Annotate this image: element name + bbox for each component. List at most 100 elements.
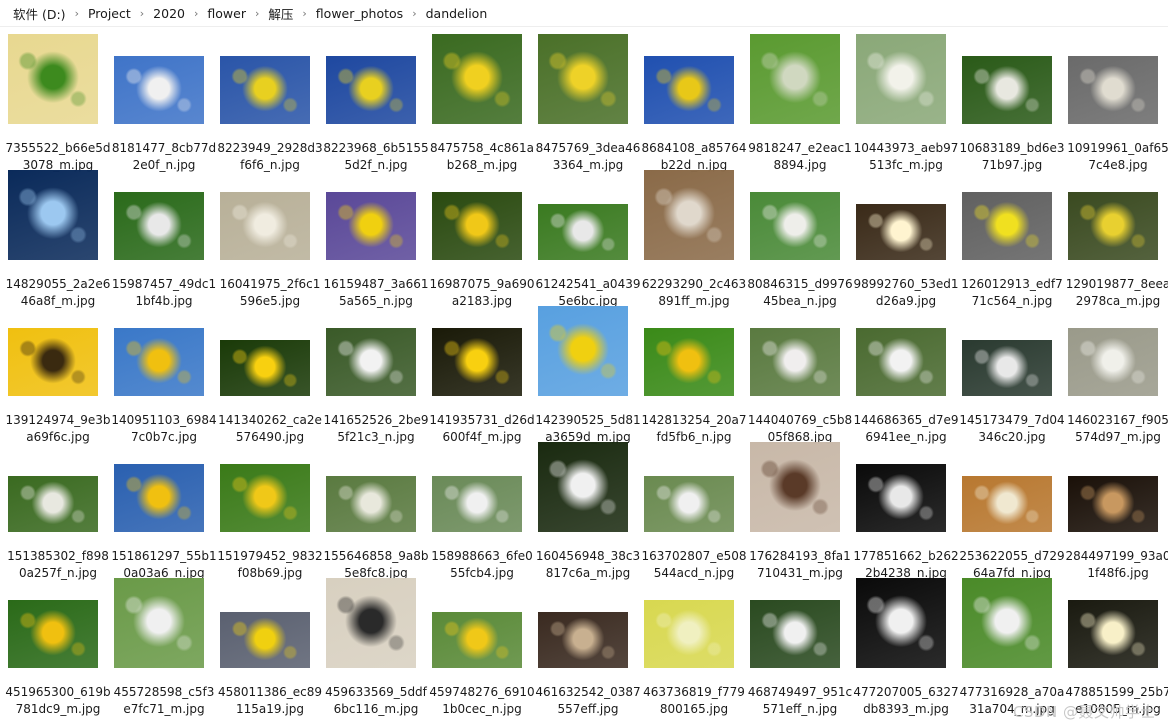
- file-item[interactable]: 129019877_8eea2978ca_m.jpg: [1065, 170, 1168, 308]
- breadcrumb-item[interactable]: flower_photos: [313, 6, 406, 21]
- thumbnail-image: [750, 192, 840, 260]
- file-name-label: 461632542_0387557eff.jpg: [535, 685, 641, 716]
- thumbnail-image: [114, 192, 204, 260]
- file-item[interactable]: 10683189_bd6e371b97.jpg: [959, 34, 1065, 172]
- file-name-label: 458011386_ec89115a19.jpg: [218, 685, 322, 716]
- file-item[interactable]: 16987075_9a690a2183.jpg: [429, 170, 535, 308]
- file-item[interactable]: 163702807_e508544acd_n.jpg: [641, 442, 747, 580]
- file-item[interactable]: 140951103_69847c0b7c.jpg: [111, 306, 217, 444]
- file-item[interactable]: 141935731_d26d600f4f_m.jpg: [429, 306, 535, 444]
- file-item[interactable]: 284497199_93a01f48f6.jpg: [1065, 442, 1168, 580]
- file-item[interactable]: 139124974_9e3ba69f6c.jpg: [5, 306, 111, 444]
- file-name-label: 62293290_2c463891ff_m.jpg: [641, 277, 747, 308]
- breadcrumb-item[interactable]: flower: [204, 6, 249, 21]
- file-item[interactable]: 14829055_2a2e646a8f_m.jpg: [5, 170, 111, 308]
- file-name-label: 141340262_ca2e576490.jpg: [218, 413, 322, 444]
- file-item[interactable]: 151861297_55b10a03a6_n.jpg: [111, 442, 217, 580]
- file-item[interactable]: 451965300_619b781dc9_m.jpg: [5, 578, 111, 716]
- file-item[interactable]: 16041975_2f6c1596e5.jpg: [217, 170, 323, 308]
- file-name-label: 8223968_6b51555d2f_n.jpg: [323, 141, 429, 172]
- file-item[interactable]: 142390525_5d81a3659d_m.jpg: [535, 306, 641, 444]
- file-item[interactable]: 7355522_b66e5d3078_m.jpg: [5, 34, 111, 172]
- file-name-label: 10919961_0af657c4e8.jpg: [1067, 141, 1168, 172]
- file-item[interactable]: 459748276_69101b0cec_n.jpg: [429, 578, 535, 716]
- thumbnail-image: [220, 56, 310, 124]
- file-name-label: 176284193_8fa1710431_m.jpg: [749, 549, 851, 580]
- file-name-label: 468749497_951c571eff_n.jpg: [747, 685, 853, 716]
- file-item[interactable]: 455728598_c5f3e7fc71_m.jpg: [111, 578, 217, 716]
- file-item[interactable]: 15987457_49dc11bf4b.jpg: [111, 170, 217, 308]
- file-item[interactable]: 477316928_a70a31a704_m.jpg: [959, 578, 1065, 716]
- file-item[interactable]: 16159487_3a6615a565_n.jpg: [323, 170, 429, 308]
- file-name-label: 141935731_d26d600f4f_m.jpg: [429, 413, 535, 444]
- thumbnail-image: [856, 578, 946, 668]
- thumbnail-image: [644, 476, 734, 532]
- breadcrumb-chevron-icon[interactable]: ›: [134, 7, 150, 20]
- thumbnail-image: [8, 476, 98, 532]
- file-item[interactable]: 141340262_ca2e576490.jpg: [217, 306, 323, 444]
- breadcrumb-item[interactable]: 解压: [265, 4, 296, 23]
- file-item[interactable]: 458011386_ec89115a19.jpg: [217, 578, 323, 716]
- breadcrumb-item[interactable]: dandelion: [423, 6, 491, 21]
- file-item[interactable]: 459633569_5ddf6bc116_m.jpg: [323, 578, 429, 716]
- file-item[interactable]: 8223949_2928d3f6f6_n.jpg: [217, 34, 323, 172]
- file-item[interactable]: 468749497_951c571eff_n.jpg: [747, 578, 853, 716]
- thumbnail-image: [432, 328, 522, 396]
- file-item[interactable]: 478851599_25b7e10805_m.jpg: [1065, 578, 1168, 716]
- thumbnail-image: [1068, 600, 1158, 668]
- file-item[interactable]: 62293290_2c463891ff_m.jpg: [641, 170, 747, 308]
- file-name-label: 177851662_b2622b4238_n.jpg: [853, 549, 959, 580]
- file-item[interactable]: 144686365_d7e96941ee_n.jpg: [853, 306, 959, 444]
- file-item[interactable]: 10919961_0af657c4e8.jpg: [1065, 34, 1168, 172]
- file-item[interactable]: 158988663_6fe055fcb4.jpg: [429, 442, 535, 580]
- file-item[interactable]: 8181477_8cb77d2e0f_n.jpg: [111, 34, 217, 172]
- file-item[interactable]: 146023167_f905574d97_m.jpg: [1065, 306, 1168, 444]
- file-item[interactable]: 10443973_aeb97513fc_m.jpg: [853, 34, 959, 172]
- file-name-label: 129019877_8eea2978ca_m.jpg: [1065, 277, 1168, 308]
- file-item[interactable]: 253622055_d72964a7fd_n.jpg: [959, 442, 1065, 580]
- file-item[interactable]: 126012913_edf771c564_n.jpg: [959, 170, 1065, 308]
- file-name-label: 451965300_619b781dc9_m.jpg: [5, 685, 111, 716]
- breadcrumb-item[interactable]: Project: [85, 6, 134, 21]
- file-name-label: 139124974_9e3ba69f6c.jpg: [5, 413, 111, 444]
- file-item[interactable]: 176284193_8fa1710431_m.jpg: [747, 442, 853, 580]
- thumbnail-image: [326, 476, 416, 532]
- file-name-label: 9818247_e2eac18894.jpg: [748, 141, 852, 172]
- file-name-label: 140951103_69847c0b7c.jpg: [111, 413, 217, 444]
- file-item[interactable]: 80846315_d997645bea_n.jpg: [747, 170, 853, 308]
- thumbnail-image: [856, 328, 946, 396]
- thumbnail-image: [432, 612, 522, 668]
- file-item[interactable]: 8684108_a85764b22d_n.jpg: [641, 34, 747, 172]
- breadcrumb-item[interactable]: 软件 (D:): [10, 4, 69, 23]
- file-item[interactable]: 463736819_f779800165.jpg: [641, 578, 747, 716]
- file-item[interactable]: 155646858_9a8b5e8fc8.jpg: [323, 442, 429, 580]
- file-item[interactable]: 144040769_c5b805f868.jpg: [747, 306, 853, 444]
- file-item[interactable]: 142813254_20a7fd5fb6_n.jpg: [641, 306, 747, 444]
- breadcrumb-chevron-icon[interactable]: ›: [188, 7, 204, 20]
- file-item[interactable]: 177851662_b2622b4238_n.jpg: [853, 442, 959, 580]
- breadcrumb-item[interactable]: 2020: [150, 6, 188, 21]
- file-item[interactable]: 8475758_4c861ab268_m.jpg: [429, 34, 535, 172]
- breadcrumb-chevron-icon[interactable]: ›: [406, 7, 422, 20]
- file-item[interactable]: 141652526_2be95f21c3_n.jpg: [323, 306, 429, 444]
- file-item[interactable]: 160456948_38c3817c6a_m.jpg: [535, 442, 641, 580]
- file-item[interactable]: 9818247_e2eac18894.jpg: [747, 34, 853, 172]
- file-item[interactable]: 98992760_53ed1d26a9.jpg: [853, 170, 959, 308]
- file-item[interactable]: 151979452_9832f08b69.jpg: [217, 442, 323, 580]
- breadcrumb-chevron-icon[interactable]: ›: [249, 7, 265, 20]
- thumbnail-image: [114, 464, 204, 532]
- file-item[interactable]: 151385302_f8980a257f_n.jpg: [5, 442, 111, 580]
- file-item[interactable]: 145173479_7d04346c20.jpg: [959, 306, 1065, 444]
- breadcrumb-chevron-icon[interactable]: ›: [69, 7, 85, 20]
- breadcrumb-chevron-icon[interactable]: ›: [296, 7, 312, 20]
- thumbnail-image: [220, 464, 310, 532]
- file-name-label: 160456948_38c3817c6a_m.jpg: [535, 549, 641, 580]
- file-item[interactable]: 8223968_6b51555d2f_n.jpg: [323, 34, 429, 172]
- file-item[interactable]: 477207005_6327db8393_m.jpg: [853, 578, 959, 716]
- file-item[interactable]: 461632542_0387557eff.jpg: [535, 578, 641, 716]
- file-item[interactable]: 61242541_a04395e6bc.jpg: [535, 170, 641, 308]
- thumbnail-image: [962, 476, 1052, 532]
- file-item[interactable]: 8475769_3dea463364_m.jpg: [535, 34, 641, 172]
- watermark: CSDN @聂文帅学士: [1012, 703, 1156, 721]
- file-name-label: 142813254_20a7fd5fb6_n.jpg: [641, 413, 747, 444]
